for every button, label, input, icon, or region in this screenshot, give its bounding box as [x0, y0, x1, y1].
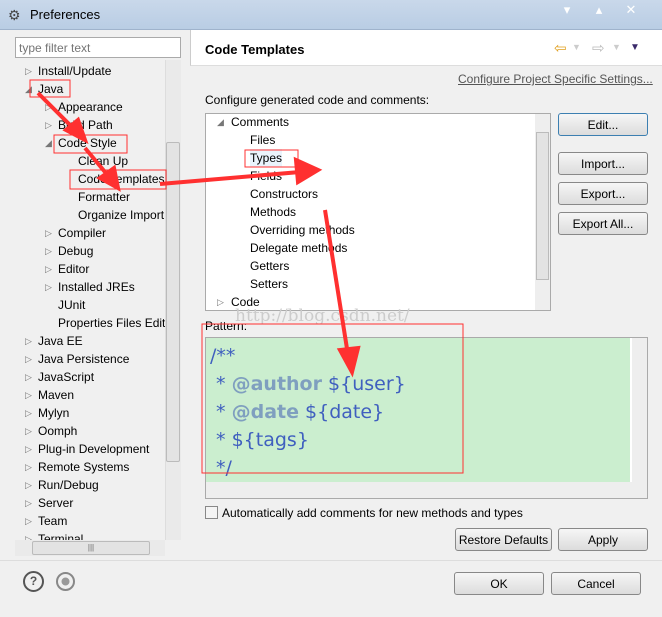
annotation-arrow	[323, 209, 350, 356]
annotation-overlay	[29, 79, 464, 474]
annotation-box	[29, 79, 71, 98]
annotation-box	[244, 149, 299, 168]
annotation-box	[53, 134, 128, 154]
annotation-arrow	[36, 91, 77, 132]
annotation-arrow	[159, 170, 301, 186]
annotation-box	[201, 323, 464, 474]
